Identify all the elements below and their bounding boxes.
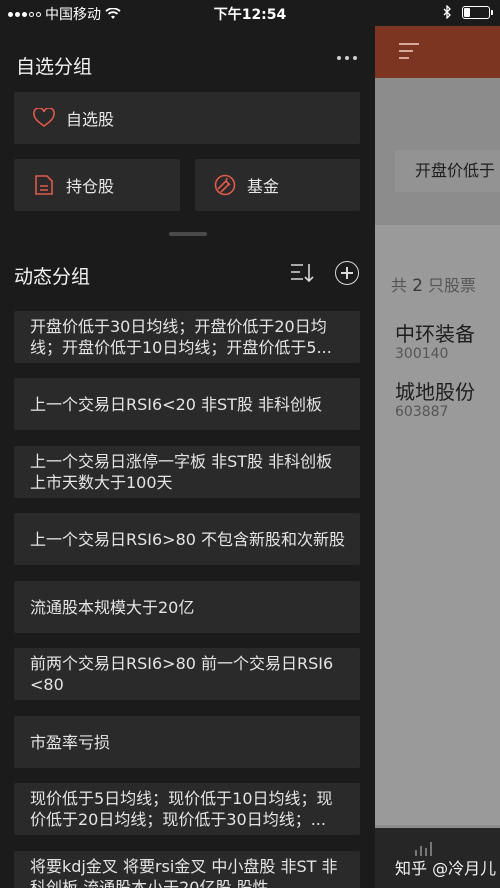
filter-chip[interactable]: 开盘价低于	[395, 150, 500, 192]
dynamic-group-title: 动态分组	[14, 266, 91, 288]
battery-icon	[462, 5, 493, 19]
group-funds[interactable]: 基金	[195, 159, 360, 211]
dynamic-group-item[interactable]: 上一个交易日涨停一字板 非ST股 非科创板 上市天数大于100天	[14, 446, 360, 498]
background-header	[375, 26, 500, 78]
watermark: 知乎 @冷月儿	[395, 859, 497, 878]
dynamic-group-item[interactable]: 流通股本规模大于20亿	[14, 581, 360, 633]
dynamic-group-item[interactable]: 前两个交易日RSI6>80 前一个交易日RSI6<80	[14, 648, 360, 700]
stock-count: 共 2 只股票	[391, 276, 477, 296]
status-bar: 中国移动 下午12:54	[0, 0, 500, 26]
background-page: 开盘价低于 共 2 只股票 中环装备 300140 城地股份 603887	[375, 0, 500, 888]
dynamic-group-item[interactable]: 现价低于5日均线；现价低于10日均线；现价低于20日均线；现价低于30日均线；.…	[14, 783, 360, 835]
group-label: 持仓股	[66, 177, 115, 196]
menu-icon[interactable]	[399, 43, 419, 64]
dynamic-group-item[interactable]: 将要kdj金叉 将要rsi金叉 中小盘股 非ST 非科创板 流通股本小于20亿股…	[14, 851, 360, 888]
add-group-icon[interactable]	[335, 261, 359, 285]
status-time: 下午12:54	[213, 7, 287, 23]
stock-name[interactable]: 城地股份	[395, 376, 475, 405]
bluetooth-icon	[443, 5, 451, 19]
drag-handle[interactable]	[169, 232, 207, 236]
fund-icon	[213, 173, 237, 197]
dynamic-group-item[interactable]: 开盘价低于30日均线；开盘价低于20日均线；开盘价低于10日均线；开盘价低于5.…	[14, 311, 360, 363]
more-icon[interactable]	[337, 56, 357, 60]
group-label: 基金	[247, 177, 280, 196]
group-drawer: 自选分组 自选股 持仓股 基金 动态分组 开盘价低于30日均线；开盘价低于20日…	[0, 26, 375, 888]
document-icon	[32, 173, 56, 197]
dynamic-group-item[interactable]: 市盈率亏损	[14, 716, 360, 768]
dynamic-group-item[interactable]: 上一个交易日RSI6<20 非ST股 非科创板	[14, 378, 360, 430]
dynamic-group-item[interactable]: 上一个交易日RSI6>80 不包含新股和次新股	[14, 513, 360, 565]
group-label: 自选股	[66, 110, 115, 129]
stock-name[interactable]: 中环装备	[395, 318, 475, 347]
stock-list-section	[375, 225, 500, 825]
sort-icon[interactable]	[290, 262, 314, 284]
heart-icon	[32, 106, 56, 130]
drawer-title: 自选分组	[16, 56, 93, 78]
group-watchlist[interactable]: 自选股	[14, 92, 360, 144]
stock-code: 603887	[395, 404, 449, 420]
stock-code: 300140	[395, 346, 449, 362]
group-holdings[interactable]: 持仓股	[14, 159, 180, 211]
